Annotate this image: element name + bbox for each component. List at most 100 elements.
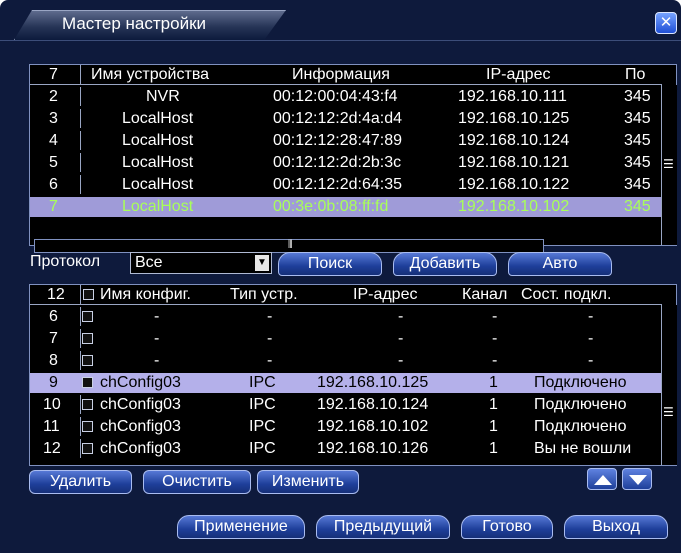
scroll-grip-icon[interactable]: ☰ — [663, 158, 674, 170]
config-status: Подключено — [534, 396, 627, 413]
chevron-down-icon[interactable]: ▼ — [255, 255, 269, 271]
column-info[interactable]: Информация — [292, 65, 390, 85]
move-up-button[interactable] — [587, 468, 617, 490]
config-row[interactable]: 8 - - - - - — [30, 351, 662, 371]
auto-button[interactable]: Авто — [508, 252, 612, 276]
device-info: 00:12:12:2d:2b:3c — [273, 154, 402, 171]
device-list: 7 Имя устройства Информация IP-адрес По … — [29, 64, 677, 253]
config-ip: 192.168.10.125 — [317, 374, 429, 391]
edit-button[interactable]: Изменить — [257, 470, 359, 494]
device-ip: 192.168.10.102 — [458, 198, 570, 215]
column-divider — [80, 439, 81, 458]
row-checkbox[interactable] — [82, 355, 93, 366]
row-number: 10 — [43, 396, 61, 413]
device-list-vscroll[interactable]: ☰ — [661, 85, 677, 245]
apply-button[interactable]: Применение — [177, 515, 305, 539]
scroll-grip-icon[interactable]: ☰ — [663, 406, 674, 418]
config-status: Вы не вошли — [534, 440, 632, 457]
config-status: Подключено — [534, 374, 627, 391]
config-name: - — [154, 330, 160, 347]
device-row-selected[interactable]: 7 LocalHost 00:3e:0b:08:ff:fd 192.168.10… — [30, 197, 662, 217]
config-row[interactable]: 7 - - - - - — [30, 329, 662, 349]
row-checkbox[interactable] — [82, 421, 93, 432]
config-list-vscroll[interactable]: ☰ — [661, 305, 677, 465]
column-device-name[interactable]: Имя устройства — [91, 65, 209, 85]
config-row[interactable]: 11 chConfig03 IPC 192.168.10.102 1 Подкл… — [30, 417, 662, 437]
row-number: 4 — [49, 132, 58, 149]
device-type: - — [267, 308, 273, 325]
device-port: 345 — [624, 198, 651, 215]
row-checkbox[interactable] — [82, 399, 93, 410]
window-title: Мастер настройки — [62, 14, 207, 33]
device-row[interactable]: 3 LocalHost 00:12:12:2d:4a:d4 192.168.10… — [30, 109, 662, 129]
device-ip: 192.168.10.125 — [458, 110, 570, 127]
clear-button[interactable]: Очистить — [143, 470, 251, 494]
device-row[interactable]: 6 LocalHost 00:12:12:2d:64:35 192.168.10… — [30, 175, 662, 195]
device-type: IPC — [249, 418, 276, 435]
config-ip: - — [398, 352, 404, 369]
column-divider — [80, 285, 81, 304]
column-count: 12 — [47, 286, 65, 303]
device-type: - — [267, 330, 273, 347]
column-config-name[interactable]: Имя конфиг. — [100, 285, 191, 305]
config-row-selected[interactable]: 9 chConfig03 IPC 192.168.10.125 1 Подклю… — [30, 373, 662, 393]
column-status[interactable]: Сост. подкл. — [521, 285, 611, 305]
device-ip: 192.168.10.124 — [458, 132, 570, 149]
device-row[interactable]: 5 LocalHost 00:12:12:2d:2b:3c 192.168.10… — [30, 153, 662, 173]
device-port: 345 — [624, 132, 651, 149]
device-info: 00:12:12:2d:64:35 — [273, 176, 403, 193]
config-list-header: 12 Имя конфиг. Тип устр. IP-адрес Канал … — [30, 285, 662, 305]
add-button[interactable]: Добавить — [393, 252, 497, 276]
row-checkbox[interactable] — [82, 311, 93, 322]
config-ip: 192.168.10.124 — [317, 396, 429, 413]
config-row[interactable]: 6 - - - - - — [30, 307, 662, 327]
config-list: 12 Имя конфиг. Тип устр. IP-адрес Канал … — [29, 284, 677, 466]
row-checkbox[interactable] — [82, 443, 93, 454]
row-number: 6 — [49, 176, 58, 193]
device-row[interactable]: 2 NVR 00:12:00:04:43:f4 192.168.10.111 3… — [30, 87, 662, 107]
row-number: 7 — [49, 198, 58, 215]
device-row[interactable]: 4 LocalHost 00:12:12:28:47:89 192.168.10… — [30, 131, 662, 151]
protocol-select[interactable]: Все ▼ — [130, 252, 272, 274]
column-channel[interactable]: Канал — [462, 285, 507, 305]
column-ip[interactable]: IP-адрес — [353, 285, 417, 305]
device-type: IPC — [249, 440, 276, 457]
column-divider — [80, 395, 81, 414]
scroll-handle-icon[interactable]: ⫴ — [288, 239, 293, 252]
row-number: 7 — [49, 330, 58, 347]
device-list-hscroll[interactable]: ⫴ — [34, 239, 544, 253]
close-icon[interactable]: ✕ — [655, 12, 677, 34]
config-status: - — [588, 330, 594, 347]
device-info: 00:12:00:04:43:f4 — [273, 88, 398, 105]
previous-button[interactable]: Предыдущий — [316, 515, 450, 539]
config-name: - — [154, 308, 160, 325]
config-ip: 192.168.10.126 — [317, 440, 429, 457]
delete-button[interactable]: Удалить — [29, 470, 132, 494]
config-channel: 1 — [489, 396, 498, 413]
config-channel: 1 — [489, 374, 498, 391]
config-channel: - — [492, 308, 498, 325]
config-row[interactable]: 12 chConfig03 IPC 192.168.10.126 1 Вы не… — [30, 439, 662, 459]
column-divider — [80, 329, 81, 348]
config-row[interactable]: 10 chConfig03 IPC 192.168.10.124 1 Подкл… — [30, 395, 662, 415]
device-list-header: 7 Имя устройства Информация IP-адрес По — [30, 65, 662, 85]
column-device-type[interactable]: Тип устр. — [230, 285, 298, 305]
done-button[interactable]: Готово — [461, 515, 553, 539]
row-number: 3 — [49, 110, 58, 127]
config-channel: 1 — [489, 418, 498, 435]
row-checkbox[interactable] — [82, 333, 93, 344]
select-all-checkbox[interactable] — [83, 289, 94, 300]
column-divider — [80, 131, 81, 150]
column-count: 7 — [49, 66, 58, 83]
search-button[interactable]: Поиск — [278, 252, 382, 276]
column-port[interactable]: По — [625, 65, 645, 85]
title-divider — [0, 40, 681, 41]
row-checkbox[interactable] — [82, 377, 93, 388]
arrow-up-icon — [594, 475, 612, 485]
exit-button[interactable]: Выход — [564, 515, 668, 539]
column-ip[interactable]: IP-адрес — [486, 65, 550, 85]
move-down-button[interactable] — [622, 468, 652, 490]
row-number: 12 — [43, 440, 61, 457]
row-number: 5 — [49, 154, 58, 171]
device-name: LocalHost — [122, 154, 194, 171]
